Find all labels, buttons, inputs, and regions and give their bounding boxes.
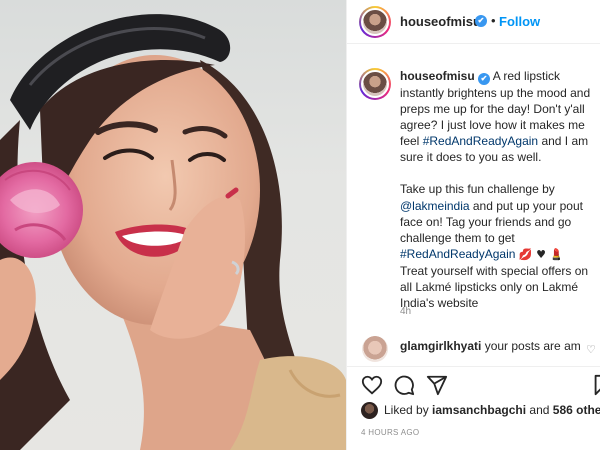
post-timestamp: 4 HOURS AGO [361, 428, 420, 437]
heart-icon[interactable] [361, 374, 383, 396]
verified-icon: ✔ [478, 73, 491, 85]
post-photo-illustration [0, 14, 346, 450]
liker-username[interactable]: iamsanchbagchi [432, 403, 526, 417]
action-bar [347, 366, 600, 402]
bookmark-icon[interactable] [591, 374, 600, 396]
likes-row: Liked by iamsanchbagchi and 586 others [347, 402, 600, 424]
hashtag-link[interactable]: #RedAndReadyAgain [423, 134, 538, 148]
comment-icon[interactable] [393, 374, 415, 396]
comment-row: glamgirlkhyati your posts are amazing ❤❤… [347, 336, 600, 366]
verified-icon: ✔ [475, 15, 487, 27]
caption-line-2-start: Take up this fun challenge by [400, 182, 555, 197]
caption-username[interactable]: houseofmisu [400, 69, 475, 83]
likes-middle: and [526, 403, 553, 417]
caption-line-3: Treat yourself with special offers on al… [400, 263, 589, 311]
hashtag-link-2[interactable]: #RedAndReadyAgain [400, 247, 515, 261]
comment-text: glamgirlkhyati your posts are amazing ❤❤ [400, 338, 580, 362]
author-username[interactable]: houseofmisu [400, 14, 481, 29]
mention-link[interactable]: @lakmeindia [400, 199, 470, 213]
post-panel: houseofmisu ✔ • Follow houseofmisu ✔ A r… [346, 0, 600, 450]
likes-text[interactable]: Liked by iamsanchbagchi and 586 others [384, 403, 600, 417]
post-photo[interactable] [0, 0, 346, 450]
caption-avatar[interactable] [359, 68, 391, 100]
commenter-username[interactable]: glamgirlkhyati [400, 339, 481, 353]
liker-avatar[interactable] [361, 402, 378, 419]
share-icon[interactable] [426, 374, 448, 396]
comment-like-icon[interactable]: ♡ [586, 343, 596, 356]
separator-dot: • [491, 13, 496, 28]
caption-time: 4h [400, 306, 412, 317]
caption-text: houseofmisu ✔ A red lipstick instantly b… [400, 68, 596, 311]
comment-body: your posts are amazing ❤❤ [484, 339, 580, 353]
post-caption: houseofmisu ✔ A red lipstick instantly b… [347, 44, 600, 336]
post-header: houseofmisu ✔ • Follow [347, 0, 600, 44]
likes-prefix: Liked by [384, 403, 433, 417]
author-avatar[interactable] [359, 6, 391, 38]
likes-others[interactable]: 586 others [553, 403, 600, 417]
follow-button[interactable]: Follow [499, 14, 540, 29]
caption-emojis: 💋 ♥ 💄 [515, 247, 564, 261]
commenter-avatar[interactable] [362, 336, 388, 362]
